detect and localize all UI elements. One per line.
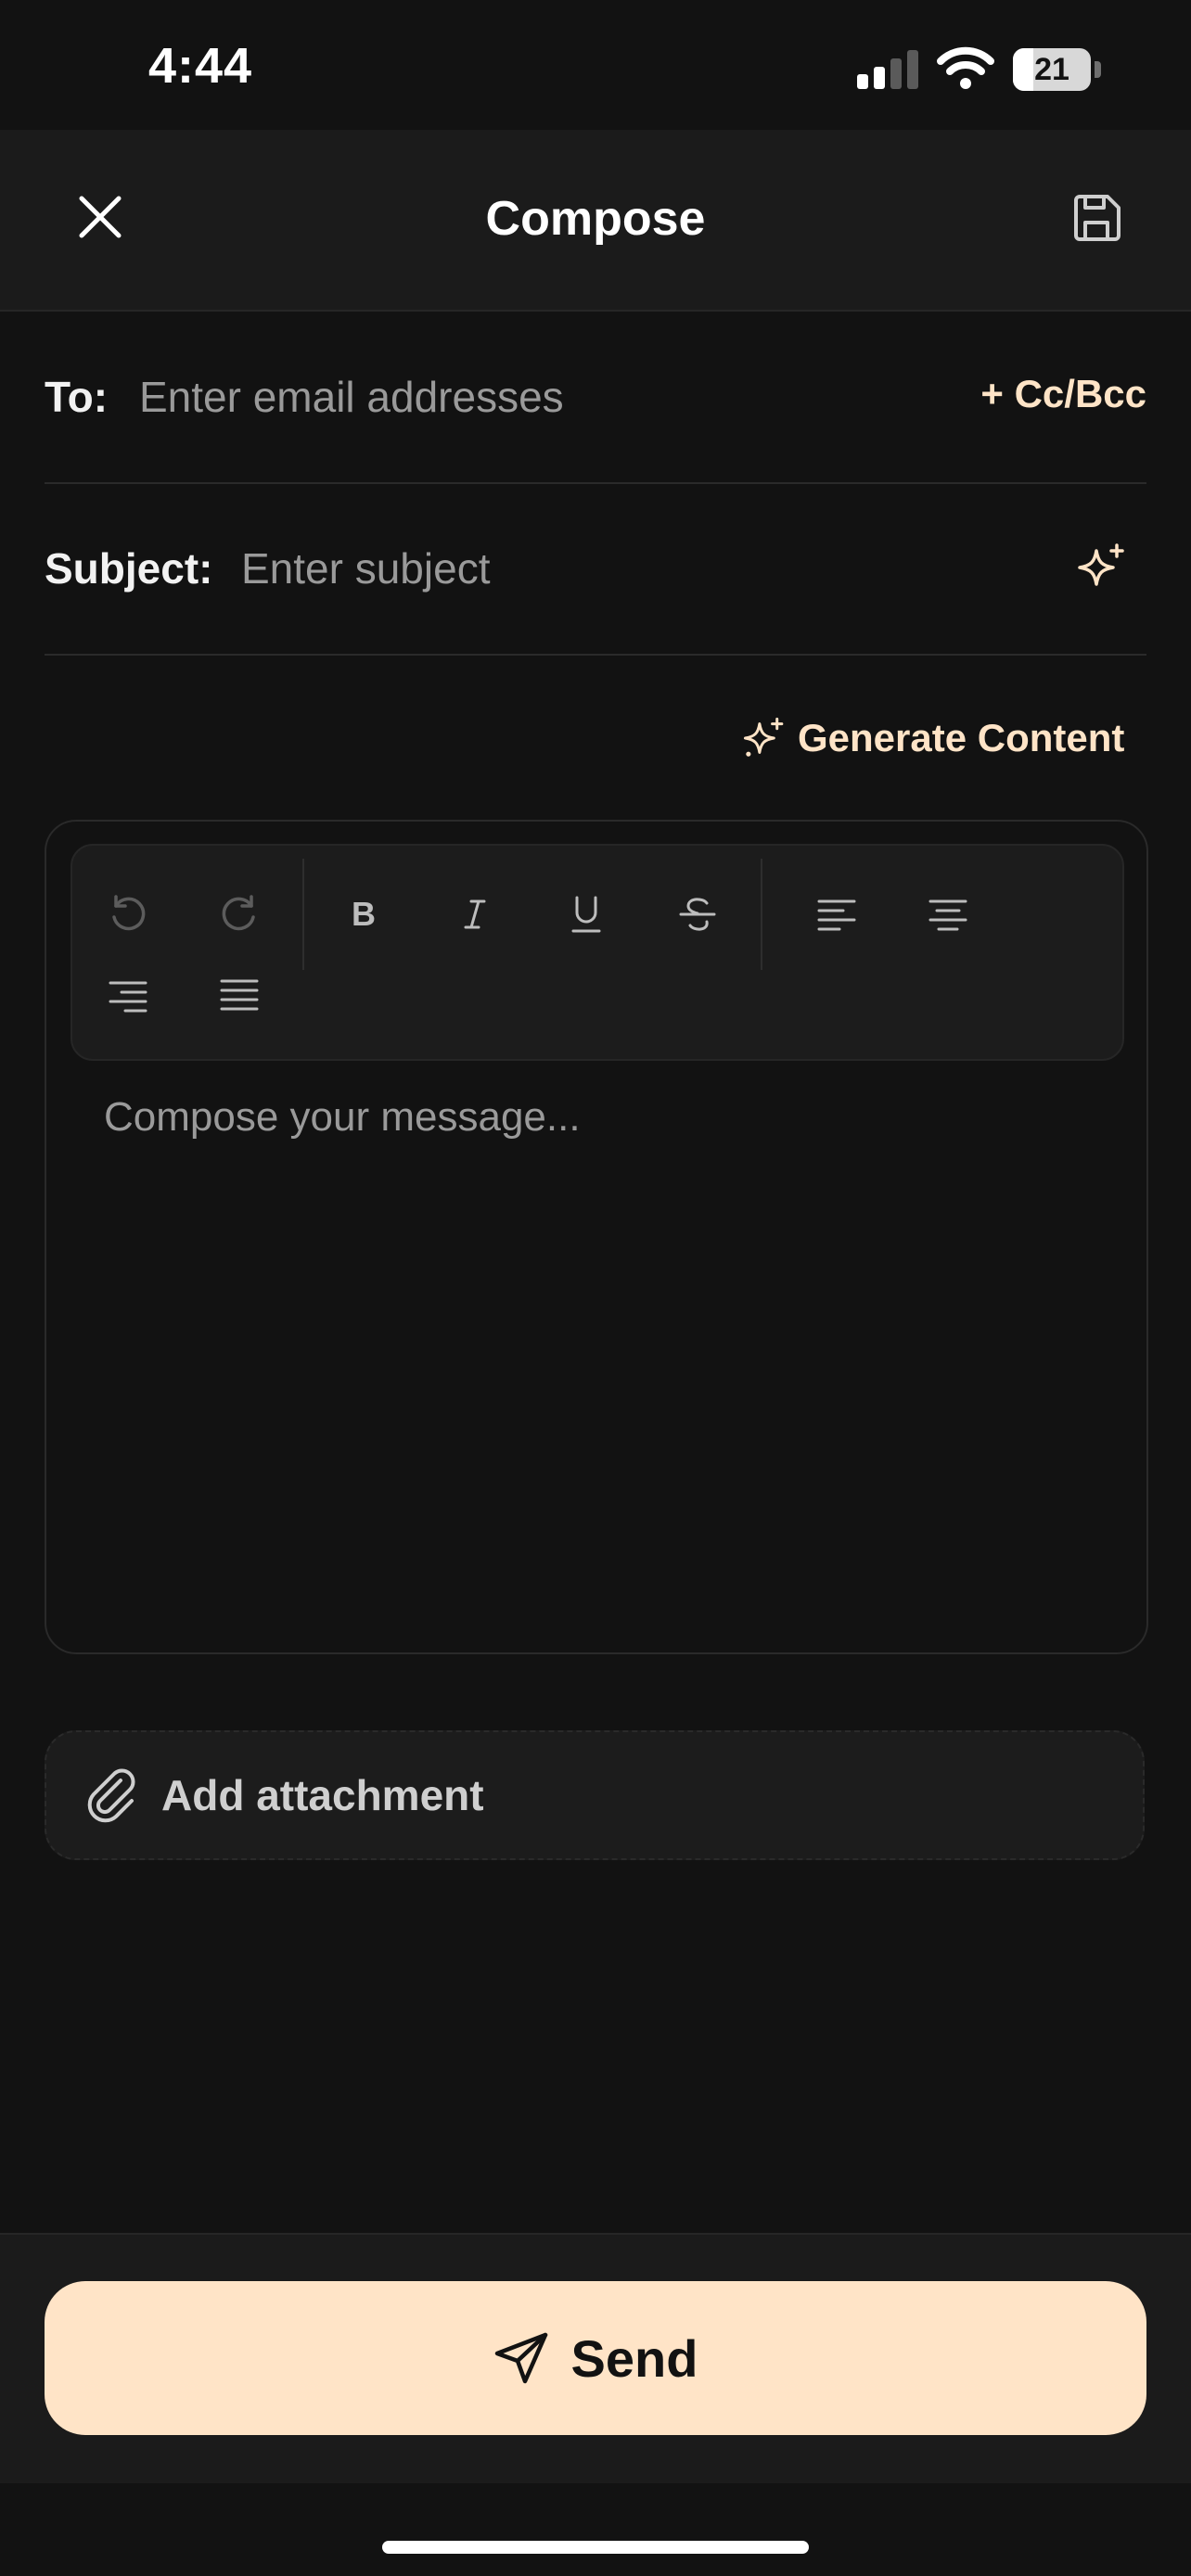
align-right-button[interactable] xyxy=(91,959,165,1033)
page-title: Compose xyxy=(485,192,706,246)
send-icon xyxy=(494,2332,547,2384)
toolbar-separator xyxy=(302,859,304,970)
svg-text:B: B xyxy=(352,896,376,933)
align-justify-button[interactable] xyxy=(202,959,276,1033)
send-label: Send xyxy=(570,2328,698,2388)
to-input[interactable] xyxy=(139,365,918,428)
redo-button[interactable] xyxy=(202,877,276,951)
align-center-button[interactable] xyxy=(911,877,985,951)
subject-input[interactable] xyxy=(241,537,1039,600)
undo-icon xyxy=(112,895,146,931)
add-attachment-label: Add attachment xyxy=(161,1771,484,1819)
message-body-input[interactable] xyxy=(70,1094,1119,1613)
cellular-signal-icon xyxy=(857,50,918,89)
strikethrough-icon xyxy=(679,898,716,931)
status-time: 4:44 xyxy=(148,38,253,94)
bold-icon: B xyxy=(352,896,376,933)
redo-icon xyxy=(222,895,255,931)
undo-button[interactable] xyxy=(91,877,165,951)
align-left-icon xyxy=(817,899,856,931)
italic-icon xyxy=(464,899,486,929)
to-label: To: xyxy=(45,373,109,421)
underline-button[interactable] xyxy=(549,877,623,951)
underline-icon xyxy=(571,896,601,933)
cc-bcc-button[interactable]: + Cc/Bcc xyxy=(974,369,1146,419)
sparkle-icon xyxy=(743,717,784,757)
align-justify-icon xyxy=(220,979,259,1011)
send-button[interactable]: Send xyxy=(45,2281,1146,2435)
save-icon xyxy=(1074,195,1121,241)
sparkle-icon[interactable] xyxy=(1076,542,1128,593)
italic-button[interactable] xyxy=(438,877,512,951)
toolbar-separator xyxy=(761,859,762,970)
add-attachment-button[interactable]: Add attachment xyxy=(45,1730,1145,1860)
divider xyxy=(45,654,1146,656)
align-right-icon xyxy=(109,981,147,1013)
generate-content-button[interactable]: Generate Content xyxy=(742,710,1124,766)
battery-level: 21 xyxy=(1034,52,1069,87)
save-draft-button[interactable] xyxy=(1059,182,1133,256)
subject-label: Subject: xyxy=(45,544,213,593)
strikethrough-button[interactable] xyxy=(660,877,735,951)
align-left-button[interactable] xyxy=(800,877,874,951)
generate-content-label: Generate Content xyxy=(798,716,1125,759)
battery-icon: 21 xyxy=(1013,48,1102,91)
align-center-icon xyxy=(928,899,967,931)
divider xyxy=(45,482,1146,484)
bold-button[interactable]: B xyxy=(327,877,401,951)
formatting-toolbar: B xyxy=(70,844,1124,1061)
paperclip-icon xyxy=(87,1768,135,1823)
wifi-icon xyxy=(937,46,994,89)
home-indicator[interactable] xyxy=(382,2541,809,2554)
